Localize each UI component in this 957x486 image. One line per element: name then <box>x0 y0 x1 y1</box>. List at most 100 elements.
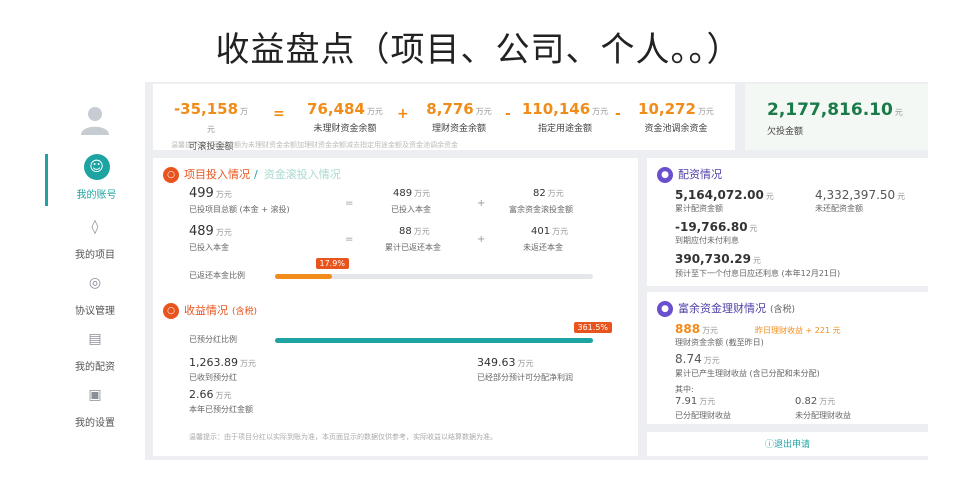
minus-operator: - <box>505 106 511 122</box>
row1-total-value: 499 <box>189 186 214 201</box>
sidebar-item-settings[interactable]: ▣ 我的设置 <box>45 382 145 434</box>
return-ratio-label: 已返还本金比例 <box>189 271 245 280</box>
debt-unit: 元 <box>894 108 903 117</box>
income-partial: 349.63 万元 <box>477 356 534 369</box>
stat-label: 资金池调余资金 <box>644 124 708 134</box>
surplus-distributed-label: 已分配理财收益 <box>675 411 731 420</box>
app-screenshot: ☺ 我的账号 ◊ 我的项目 ◎ 协议管理 ▤ 我的配资 ▣ 我的设置 -35,1… <box>45 82 928 460</box>
alloc-unpaid-unit: 元 <box>897 192 906 201</box>
alloc-interest-due-value: -19,766.80 <box>675 220 748 234</box>
equals-operator: = <box>345 198 354 209</box>
income-partial-unit: 万元 <box>517 359 534 368</box>
row2-b-label: 未返还本金 <box>523 243 563 252</box>
income-ratio-flag: 361.5% <box>573 322 613 333</box>
row2-a-value: 88 <box>399 226 412 237</box>
tab-separator: / <box>254 168 258 181</box>
alloc-next-interest-value: 390,730.29 <box>675 252 751 266</box>
alloc-interest-due-label: 到期应付未付利息 <box>675 236 739 245</box>
surplus-undistributed: 0.82 万元 <box>795 396 835 407</box>
sidebar-item-label: 我的设置 <box>75 418 115 429</box>
plus-operator: + <box>477 234 486 245</box>
return-ratio-fill <box>275 274 332 279</box>
income-received: 1,263.89 万元 <box>189 356 256 369</box>
return-ratio-flag: 17.9% <box>315 258 349 269</box>
stat-unit: 万元 <box>366 107 383 116</box>
surplus-balance-value: 888 <box>675 322 701 336</box>
row1-a-value: 489 <box>393 188 413 199</box>
alloc-unpaid-value: 4,332,397.50 <box>815 188 896 202</box>
stat-value: 8,776 <box>426 100 474 118</box>
income-note: 温馨提示：由于项目分红以实际到账为准，本页面显示的数据仅供参考，实际收益以结算数… <box>189 433 497 441</box>
income-title: 收益情况 <box>184 304 228 317</box>
alloc-unpaid: 4,332,397.50 元 <box>815 188 905 202</box>
stat-value: 10,272 <box>638 100 696 118</box>
income-year-unit: 万元 <box>215 391 232 400</box>
stat-unmanaged: 76,484 万元 未理财资金余额 <box>299 100 391 134</box>
sidebar-item-allocation[interactable]: ▤ 我的配资 <box>45 326 145 378</box>
surplus-icon: ● <box>657 301 673 317</box>
stat-managed: 8,776 万元 理财资金余额 <box>415 100 503 134</box>
minus-operator: - <box>615 106 621 122</box>
income-received-label: 已收到预分红 <box>189 373 237 382</box>
row2-b-unit: 万元 <box>552 227 569 236</box>
stat-label: 指定用途金额 <box>537 124 592 134</box>
allocation-title: 配资情况 <box>678 168 722 181</box>
surplus-suffix: (含税) <box>770 305 796 315</box>
card-icon: ▤ <box>88 331 102 347</box>
surplus-distributed-unit: 万元 <box>699 397 716 406</box>
row2-total-unit: 万元 <box>215 228 232 237</box>
exit-bar: ⓘ退出申请 <box>647 432 928 456</box>
surplus-cumulative-value: 8.74 <box>675 352 702 366</box>
stat-label: 理财资金余额 <box>431 124 486 134</box>
row2-b-value: 401 <box>531 226 551 237</box>
income-icon: ○ <box>163 303 179 319</box>
exit-request-link[interactable]: ⓘ退出申请 <box>765 440 810 450</box>
sidebar-item-account[interactable]: ☺ 我的账号 <box>45 154 145 206</box>
investment-header: ○ 项目投入情况 / 资金滚投入情况 <box>163 166 341 183</box>
row1-a-unit: 万元 <box>414 189 431 198</box>
alloc-interest-due-unit: 元 <box>749 224 758 233</box>
surplus-balance-label: 理财资金余额 (截至昨日) <box>675 338 764 347</box>
alloc-unpaid-label: 未还配资金额 <box>815 204 863 213</box>
summary-tip: 温馨提示：可滚投金额为未理财资金余额加理财资金余额减去指定用途金额及资金池调余资… <box>171 141 458 149</box>
surplus-card: ● 富余资金理财情况 (含税) 888 万元 昨日理财收益 + 221 元 理财资金余… <box>647 292 928 424</box>
row1-a-label: 已投入本金 <box>391 205 431 214</box>
surplus-balance-unit: 万元 <box>702 326 719 335</box>
main-panel: ○ 项目投入情况 / 资金滚投入情况 499 万元 已投项目总额 (本金 + 滚投) =… <box>153 158 638 456</box>
stat-value: 76,484 <box>307 100 365 118</box>
avatar[interactable] <box>78 102 112 136</box>
sidebar-item-label: 我的配资 <box>75 362 115 373</box>
row1-total: 499 万元 <box>189 186 232 201</box>
row2-total: 489 万元 <box>189 224 232 239</box>
surplus-undistributed-unit: 万元 <box>819 397 836 406</box>
return-ratio-bar <box>275 274 593 279</box>
row2-b: 401 万元 <box>531 226 568 237</box>
alloc-total-unit: 元 <box>765 192 774 201</box>
row2-a: 88 万元 <box>399 226 430 237</box>
sidebar-item-label: 协议管理 <box>75 306 115 317</box>
income-partial-value: 349.63 <box>477 356 516 369</box>
equals-operator: = <box>273 106 285 122</box>
alloc-next-interest-unit: 元 <box>752 256 761 265</box>
plus-operator: + <box>397 106 409 122</box>
row1-b-label: 富余资金滚投金额 <box>509 205 573 214</box>
stat-unit: 万元 <box>475 107 492 116</box>
settings-icon: ▣ <box>88 387 102 403</box>
surplus-cumulative: 8.74 万元 <box>675 352 720 366</box>
debt-label: 欠投金额 <box>767 127 804 137</box>
sidebar-item-agreements[interactable]: ◎ 协议管理 <box>45 270 145 322</box>
sidebar-item-projects[interactable]: ◊ 我的项目 <box>45 214 145 266</box>
layers-icon: ◊ <box>91 219 99 235</box>
surplus-cumulative-unit: 万元 <box>703 356 720 365</box>
row2-total-value: 489 <box>189 224 214 239</box>
row1-b-value: 82 <box>533 188 546 199</box>
tab-rollover[interactable]: 资金滚投入情况 <box>264 168 341 181</box>
investment-icon: ○ <box>163 167 179 183</box>
investment-title[interactable]: 项目投入情况 <box>184 168 250 181</box>
surplus-cumulative-label: 累计已产生理财收益 (含已分配和未分配) <box>675 369 820 378</box>
user-icon: ☺ <box>83 154 110 180</box>
allocation-card: ● 配资情况 5,164,072.00 元 累计配资金额 4,332,397.50 元… <box>647 158 928 286</box>
row2-total-label: 已投入本金 <box>189 243 229 252</box>
row1-b-unit: 万元 <box>547 189 564 198</box>
sidebar: ☺ 我的账号 ◊ 我的项目 ◎ 协议管理 ▤ 我的配资 ▣ 我的设置 <box>45 82 145 460</box>
